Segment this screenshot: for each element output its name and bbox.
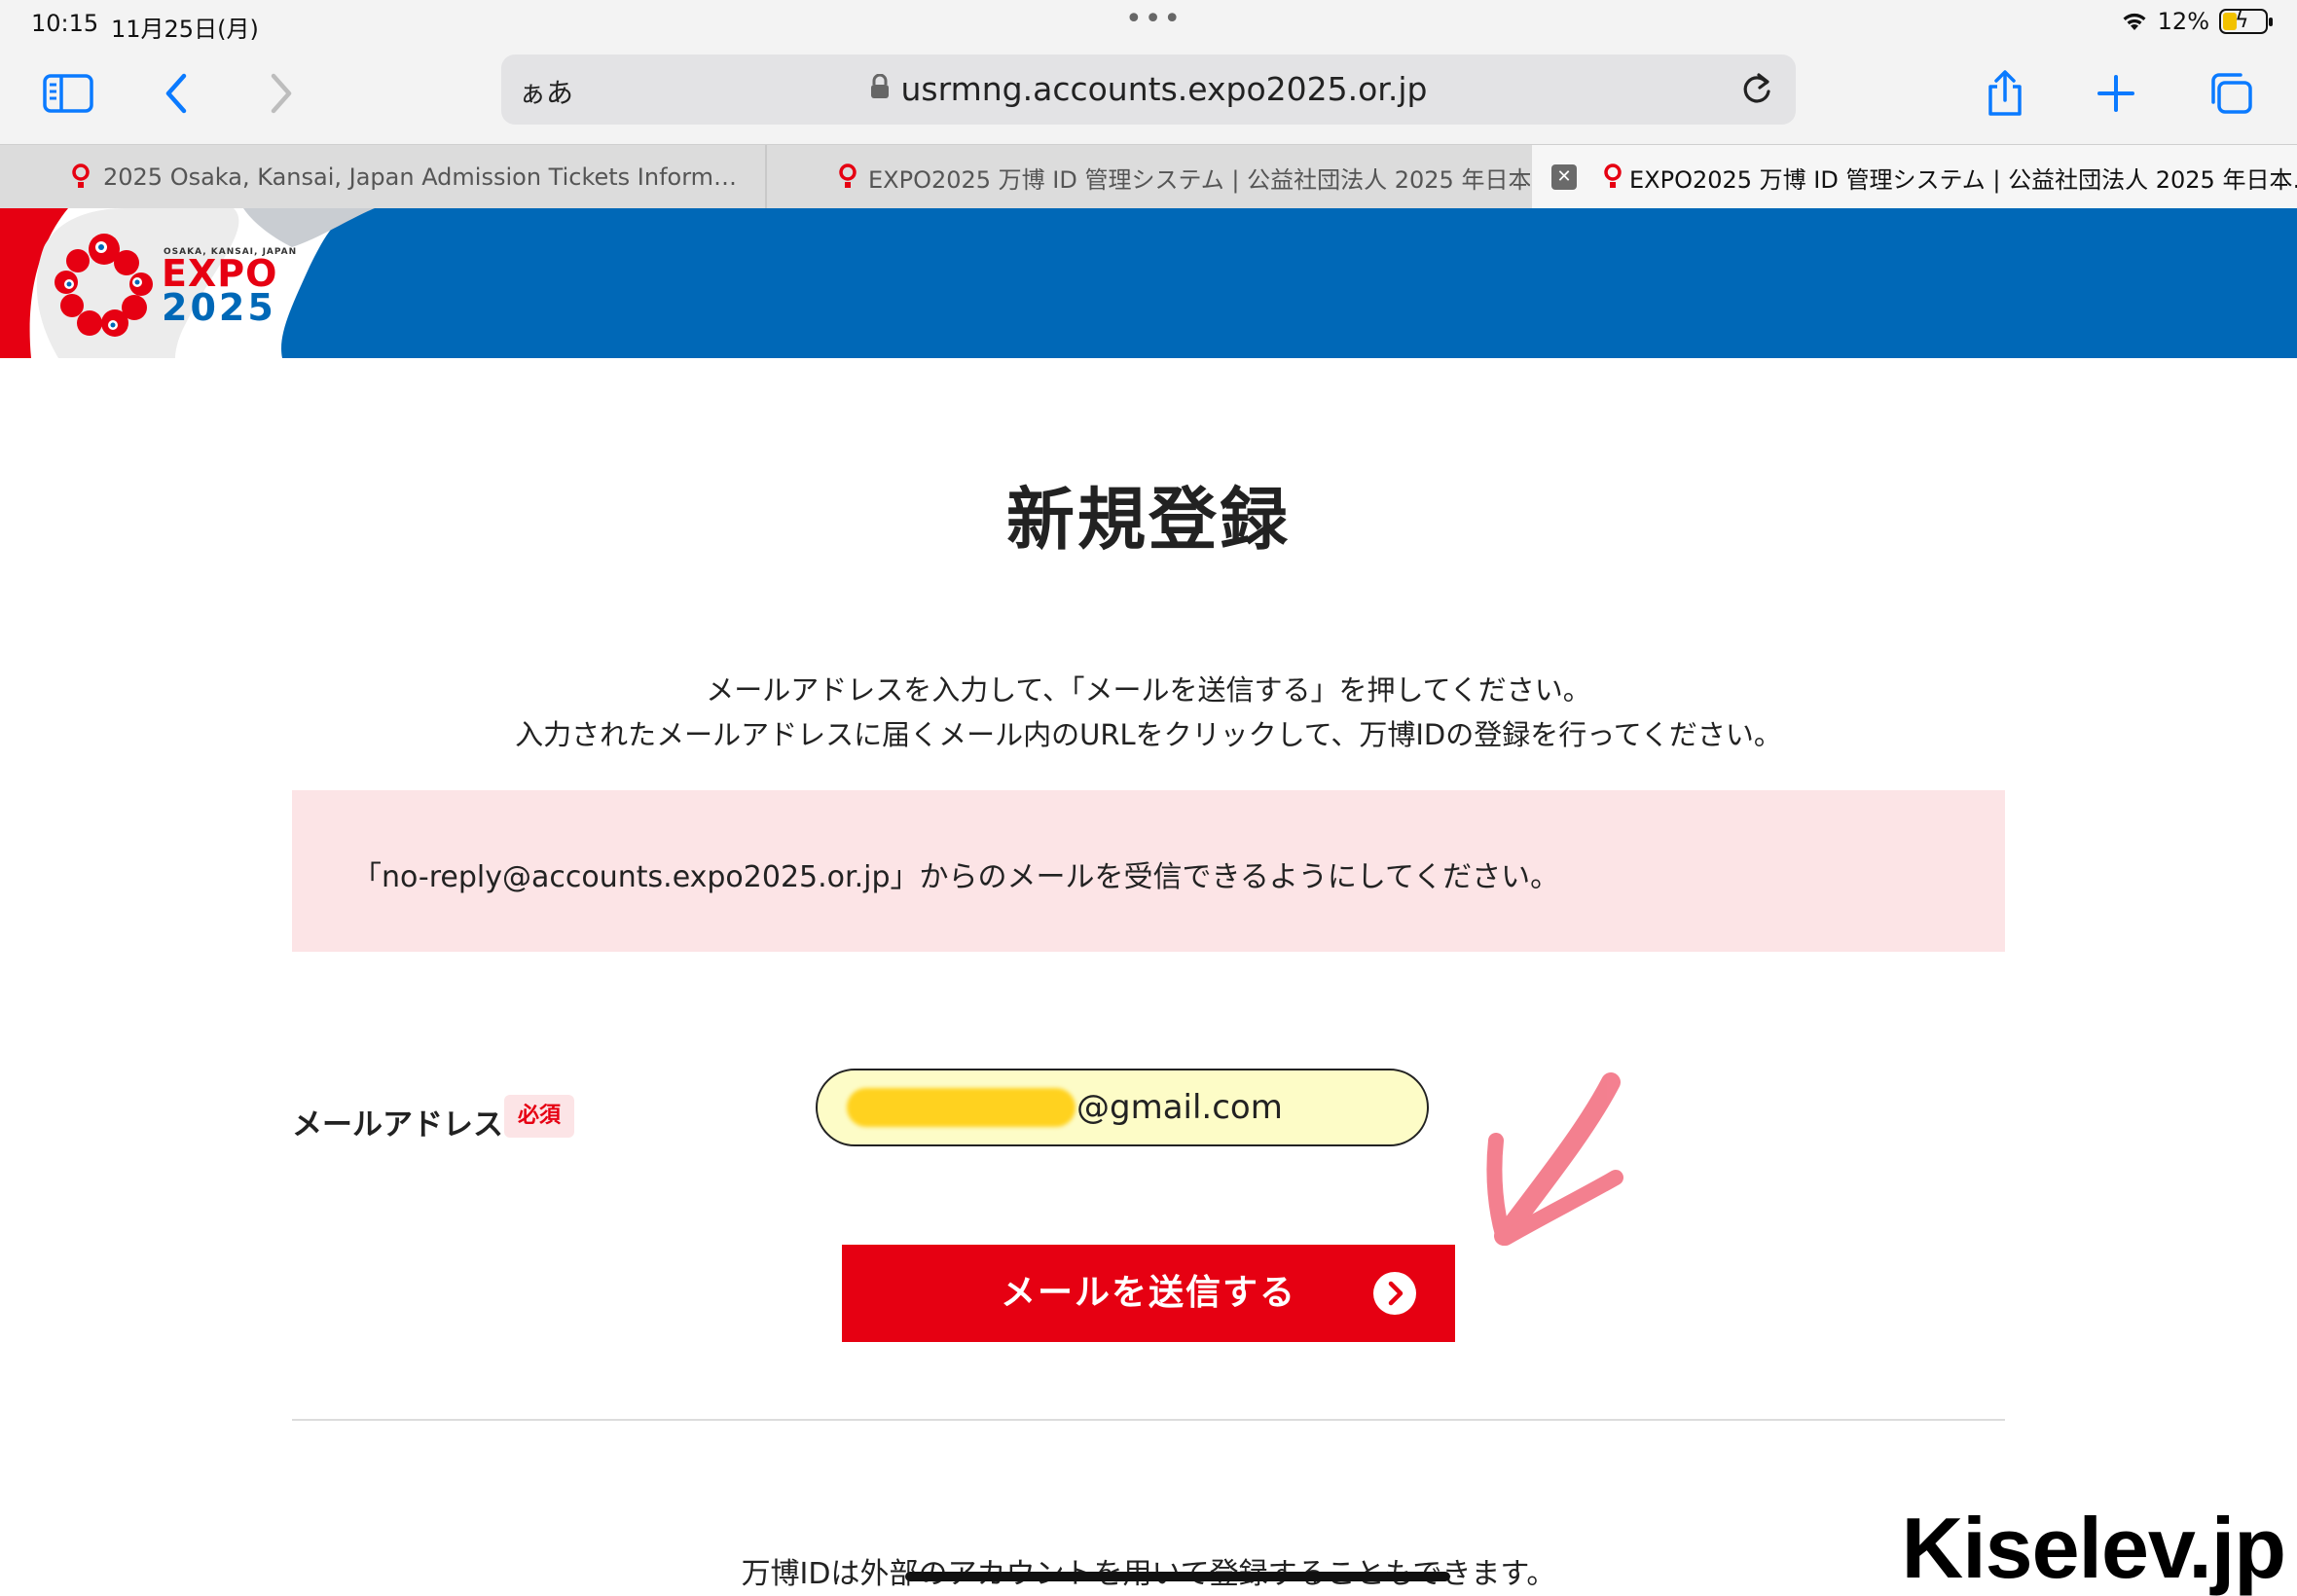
- send-email-button[interactable]: メールを送信する: [842, 1245, 1455, 1342]
- watermark: Kiselev.jp: [1901, 1500, 2286, 1596]
- tab-label: EXPO2025 万博 ID 管理システム | 公益社団法人 2025 年日本…: [1629, 165, 2297, 194]
- tabs-overview-icon[interactable]: [2202, 64, 2260, 123]
- lock-icon: [870, 69, 890, 107]
- tab-bar: 2025 Osaka, Kansai, Japan Admission Tick…: [0, 144, 2297, 209]
- description-line-1: メールアドレスを入力して、「メールを送信する」を押してください。: [706, 673, 1591, 707]
- address-bar[interactable]: ぁあ usrmng.accounts.expo2025.or.jp: [501, 54, 1796, 125]
- expo-logo[interactable]: OSAKA, KANSAI, JAPAN EXPO 2025: [0, 208, 389, 362]
- tab-close-icon[interactable]: ✕: [1551, 164, 1577, 190]
- expo-favicon-icon: [839, 163, 857, 188]
- browser-tab-active[interactable]: EXPO2025 万博 ID 管理システム | 公益社団法人 2025 年日本…: [1532, 145, 2297, 209]
- reload-icon[interactable]: [1739, 70, 1774, 111]
- notice-box: 「no-reply@accounts.expo2025.or.jp」からのメール…: [292, 790, 2005, 952]
- email-field[interactable]: @gmail.com: [816, 1069, 1429, 1146]
- tab-label: EXPO2025 万博 ID 管理システム | 公益社団法人 2025 年日本…: [868, 165, 1530, 194]
- site-header: OSAKA, KANSAI, JAPAN EXPO 2025: [0, 208, 2297, 358]
- expo-favicon-icon: [1604, 163, 1622, 188]
- browser-tab[interactable]: 2025 Osaka, Kansai, Japan Admission Tick…: [0, 145, 765, 209]
- share-icon[interactable]: [1976, 64, 2034, 123]
- status-date: 11月25日(月): [111, 16, 259, 43]
- expo-favicon-icon: [72, 163, 90, 188]
- battery-percent: 12%: [2157, 8, 2209, 35]
- page-title: 新規登録: [1006, 480, 1291, 560]
- battery-charging-icon: ϟ: [2219, 9, 2273, 34]
- forward-icon[interactable]: [251, 64, 310, 123]
- sidebar-icon[interactable]: [39, 64, 97, 123]
- pointer-arrow-annotation-icon: [1486, 1072, 1623, 1246]
- status-time: 10:15: [31, 10, 99, 37]
- new-tab-icon[interactable]: [2087, 64, 2145, 123]
- redacted-email-local-part: [847, 1088, 1076, 1127]
- back-icon[interactable]: [148, 64, 206, 123]
- browser-toolbar: ぁあ usrmng.accounts.expo2025.or.jp: [0, 49, 2297, 144]
- send-email-label: メールを送信する: [1000, 1273, 1296, 1313]
- logo-year-text: 2025: [162, 286, 276, 329]
- email-label: メールアドレス: [292, 1107, 503, 1143]
- status-bar: 10:15 11月25日(月) ••• 12% ϟ: [0, 0, 2297, 49]
- home-indicator[interactable]: [905, 1572, 1450, 1581]
- notice-text: 「no-reply@accounts.expo2025.or.jp」からのメール…: [352, 860, 1560, 894]
- chevron-right-icon: [1373, 1272, 1416, 1315]
- email-domain-text: @gmail.com: [1076, 1088, 1283, 1127]
- wifi-icon: [2121, 11, 2148, 32]
- tab-label: 2025 Osaka, Kansai, Japan Admission Tick…: [103, 163, 738, 191]
- browser-tab[interactable]: EXPO2025 万博 ID 管理システム | 公益社団法人 2025 年日本…: [767, 145, 1530, 209]
- url-text: usrmng.accounts.expo2025.or.jp: [900, 70, 1428, 108]
- multitasking-dots-icon[interactable]: •••: [1125, 2, 1183, 36]
- required-badge: 必須: [504, 1095, 574, 1138]
- description-line-2: 入力されたメールアドレスに届くメール内のURLをクリックして、万博IDの登録を行…: [515, 718, 1782, 751]
- section-divider: [292, 1419, 2005, 1421]
